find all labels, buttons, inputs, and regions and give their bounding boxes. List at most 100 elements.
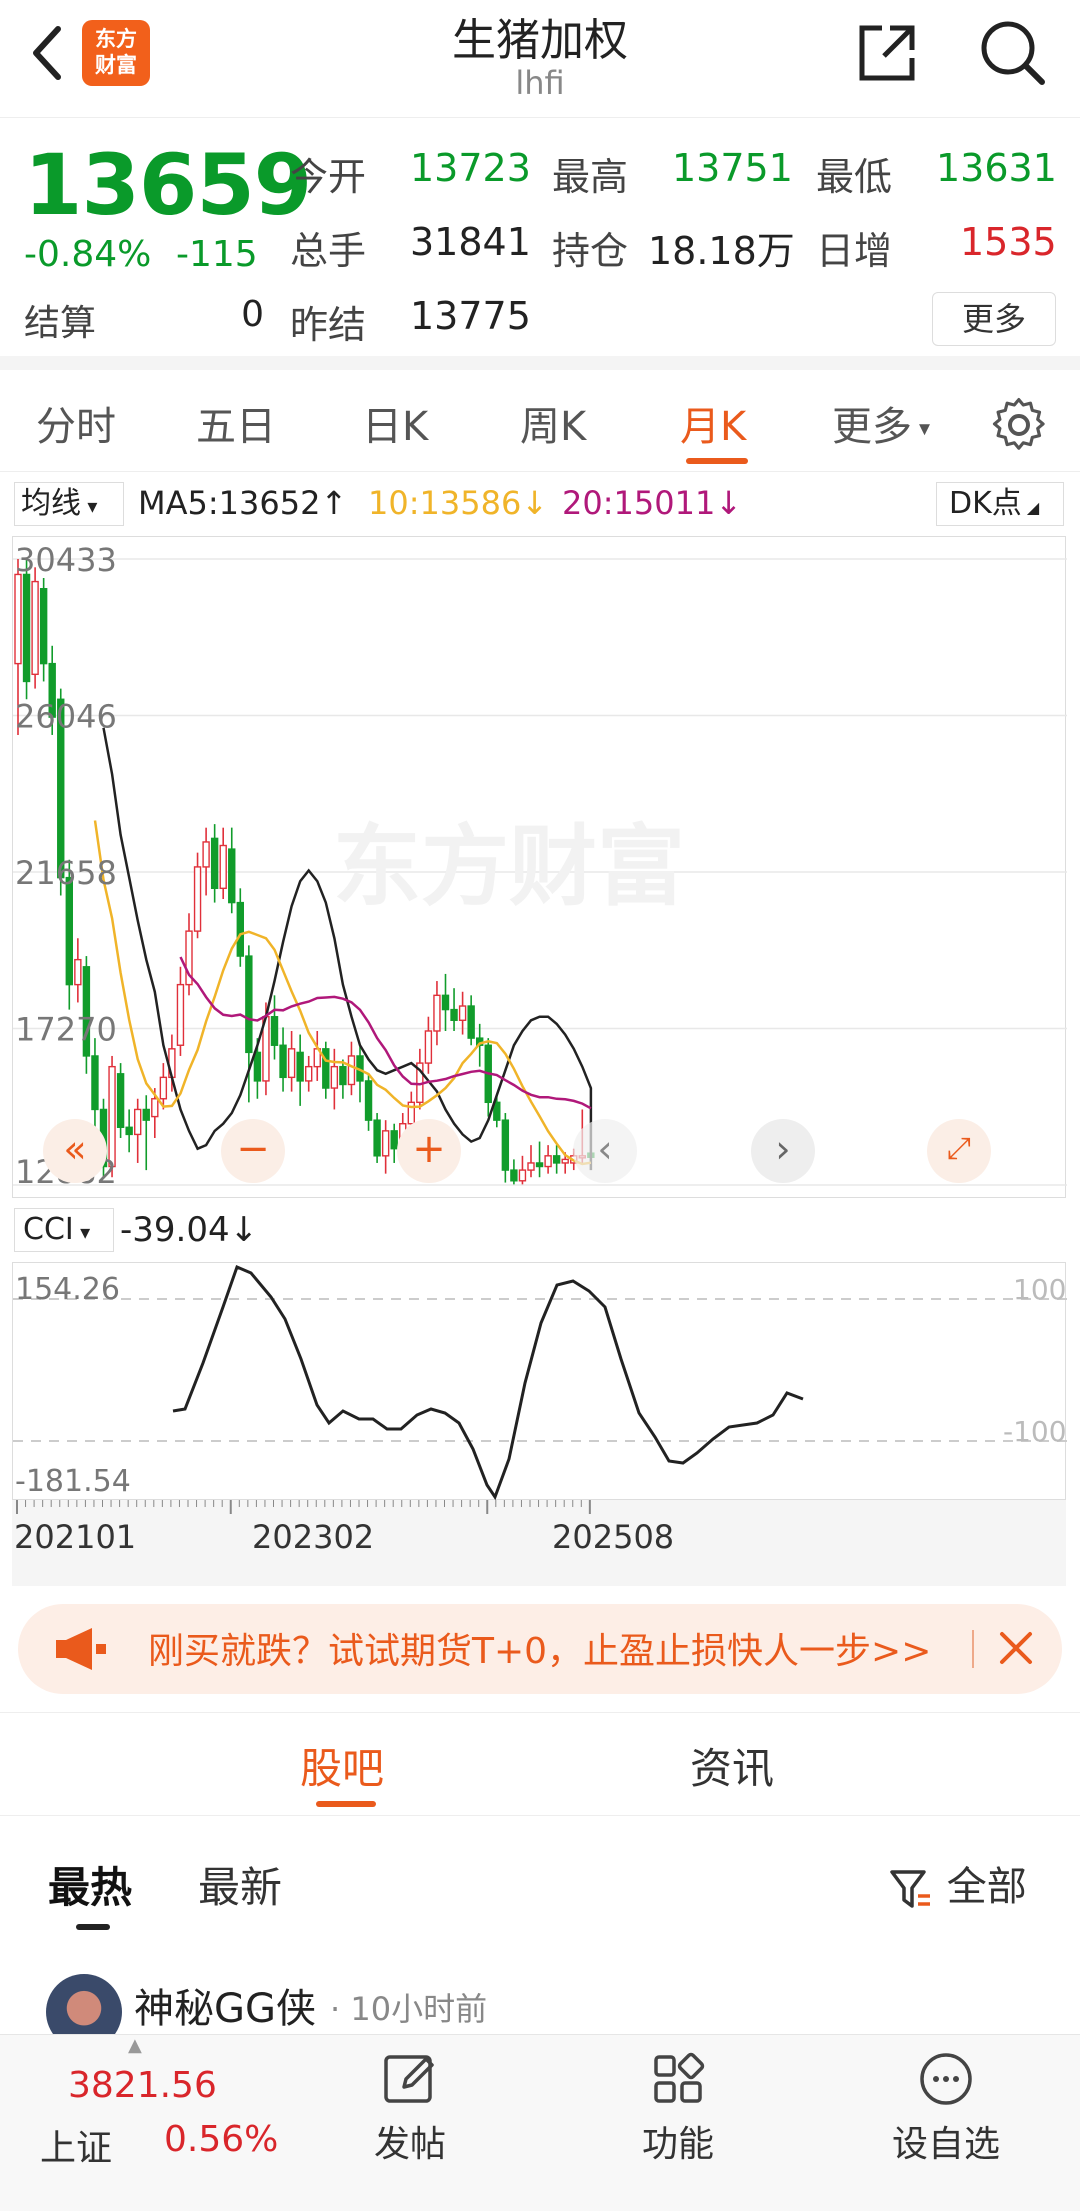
cci-selector[interactable]: CCI ▾ bbox=[14, 1208, 114, 1252]
post-author[interactable]: 神秘GG侠 bbox=[134, 1976, 316, 2034]
zoom-in-button[interactable]: + bbox=[397, 1119, 461, 1183]
cci-selector-label: CCI bbox=[23, 1212, 74, 1247]
candle bbox=[22, 560, 31, 700]
chart-settings-button[interactable] bbox=[990, 396, 1048, 454]
date-axis-ticks bbox=[16, 1500, 591, 1514]
candle-body bbox=[176, 983, 185, 1046]
caret-down-icon: ▾ bbox=[73, 1220, 91, 1244]
candle-body bbox=[287, 1048, 296, 1079]
dk-point-label: DK点 bbox=[949, 486, 1022, 521]
promo-banner[interactable]: 刚买就跌？试试期货T+0，止盈止损快人一步>> bbox=[18, 1604, 1062, 1694]
tab-hottest[interactable]: 最热 bbox=[48, 1854, 132, 1915]
tab-more-label: 更多 bbox=[832, 404, 912, 450]
kline-svg: 东方财富 3043326046216581727012882 bbox=[13, 541, 1067, 1191]
tab-latest[interactable]: 最新 bbox=[198, 1854, 282, 1915]
candle-body bbox=[74, 958, 82, 986]
step-right-button[interactable]: › bbox=[751, 1119, 815, 1183]
search-button[interactable] bbox=[976, 16, 1050, 90]
candle-body bbox=[450, 1008, 458, 1021]
candle bbox=[364, 1073, 373, 1131]
filter-button[interactable]: 全部 bbox=[888, 1854, 1027, 1912]
candle-body bbox=[552, 1155, 561, 1164]
candle-body bbox=[245, 955, 253, 1054]
zoom-out-button[interactable]: − bbox=[221, 1119, 285, 1183]
candle-body bbox=[305, 1065, 313, 1082]
community-tabs: 股吧 资讯 bbox=[0, 1712, 1080, 1816]
chevron-left-icon bbox=[33, 26, 61, 80]
kline-ytick: 17270 bbox=[15, 1010, 117, 1048]
candle bbox=[270, 995, 279, 1060]
tab-five-day[interactable]: 五日 bbox=[196, 394, 276, 452]
index-ticker[interactable]: ▲ 3821.56 上证 0.56% bbox=[0, 2035, 290, 2211]
candle-body bbox=[339, 1065, 347, 1086]
candle-body bbox=[151, 1098, 159, 1118]
back-button[interactable] bbox=[18, 18, 78, 88]
cci-value: -39.04↓ bbox=[120, 1210, 259, 1250]
candle bbox=[535, 1141, 544, 1178]
candle bbox=[544, 1145, 552, 1174]
settle-value: 0 bbox=[241, 294, 264, 335]
tab-active-indicator bbox=[686, 458, 748, 464]
tab-monthly-k[interactable]: 月K bbox=[680, 394, 746, 452]
cci-legend: CCI ▾ -39.04↓ bbox=[0, 1204, 1080, 1256]
ma-legend: 均线 ▾ MA5:13652↑ 10:13586↓ 20:15011↓ DK点 … bbox=[0, 476, 1080, 532]
candle-body bbox=[14, 573, 22, 665]
dk-point-button[interactable]: DK点 ◢ bbox=[936, 482, 1064, 526]
candle bbox=[330, 1048, 339, 1110]
candle-body bbox=[347, 1055, 356, 1086]
scroll-left-button[interactable]: « bbox=[43, 1119, 107, 1183]
share-button[interactable] bbox=[852, 18, 922, 88]
kline-chart[interactable]: 东方财富 3043326046216581727012882 « − + ‹ ›… bbox=[12, 536, 1067, 1198]
candle bbox=[219, 827, 227, 900]
cci-svg: 154.26 -181.54 100 -100 bbox=[13, 1264, 1067, 1501]
chevron-left-icon: ‹ bbox=[597, 1127, 613, 1171]
volume-value: 31841 bbox=[410, 220, 531, 264]
tab-more[interactable]: 更多 ▾ bbox=[832, 394, 930, 452]
candle-body bbox=[527, 1162, 535, 1171]
tab-daily-k[interactable]: 日K bbox=[362, 394, 428, 452]
function-button-label: 功能 bbox=[641, 2124, 714, 2165]
step-left-button[interactable]: ‹ bbox=[573, 1119, 637, 1183]
candle bbox=[142, 1095, 150, 1171]
search-icon bbox=[981, 21, 1045, 85]
cci-chart[interactable]: 154.26 -181.54 100 -100 bbox=[12, 1262, 1067, 1501]
ma20-line bbox=[179, 956, 592, 1110]
last-price: 13659 bbox=[24, 136, 312, 234]
prev-settle-label: 昨结 bbox=[290, 303, 367, 347]
tab-guba[interactable]: 股吧 bbox=[300, 1735, 384, 1796]
tab-news[interactable]: 资讯 bbox=[690, 1735, 774, 1796]
candle-body bbox=[279, 1044, 287, 1079]
chart-watermark: 东方财富 bbox=[333, 815, 685, 918]
post-button[interactable]: 发帖 bbox=[330, 2049, 490, 2167]
fullscreen-button[interactable]: ⤢ bbox=[927, 1119, 991, 1183]
candle-body bbox=[381, 1130, 390, 1157]
candle bbox=[236, 888, 245, 967]
candle-body bbox=[433, 994, 441, 1032]
bottom-bar: ▲ 3821.56 上证 0.56% 发帖 功能 设自选 bbox=[0, 2034, 1080, 2211]
kline-ytick: 21658 bbox=[15, 854, 117, 892]
caret-down-icon: ▾ bbox=[912, 416, 931, 442]
candle bbox=[339, 1059, 347, 1099]
candle bbox=[287, 1030, 296, 1092]
candle-body bbox=[296, 1051, 304, 1082]
candle-body bbox=[108, 1065, 116, 1168]
candle bbox=[552, 1145, 561, 1174]
corner-triangle-icon: ◢ bbox=[1021, 498, 1040, 517]
tab-weekly-k[interactable]: 周K bbox=[520, 394, 586, 452]
candle bbox=[424, 1016, 433, 1074]
candle-body bbox=[518, 1169, 527, 1182]
candle-body bbox=[544, 1155, 552, 1168]
indicator-selector[interactable]: 均线 ▾ bbox=[14, 482, 124, 526]
quote-more-button[interactable]: 更多 bbox=[932, 292, 1056, 346]
add-watchlist-button[interactable]: 设自选 bbox=[866, 2049, 1026, 2167]
function-button[interactable]: 功能 bbox=[598, 2049, 758, 2167]
promo-close-button[interactable] bbox=[986, 1618, 1046, 1678]
megaphone-icon bbox=[56, 1628, 106, 1670]
add-watchlist-label: 设自选 bbox=[891, 2124, 1000, 2165]
close-icon bbox=[1000, 1632, 1032, 1664]
candle bbox=[510, 1159, 518, 1185]
tab-intraday[interactable]: 分时 bbox=[36, 394, 116, 452]
candle-body bbox=[441, 994, 450, 1011]
candle bbox=[279, 1027, 287, 1092]
post-item[interactable]: 神秘GG侠 · 10小时前 bbox=[0, 1960, 1080, 2050]
